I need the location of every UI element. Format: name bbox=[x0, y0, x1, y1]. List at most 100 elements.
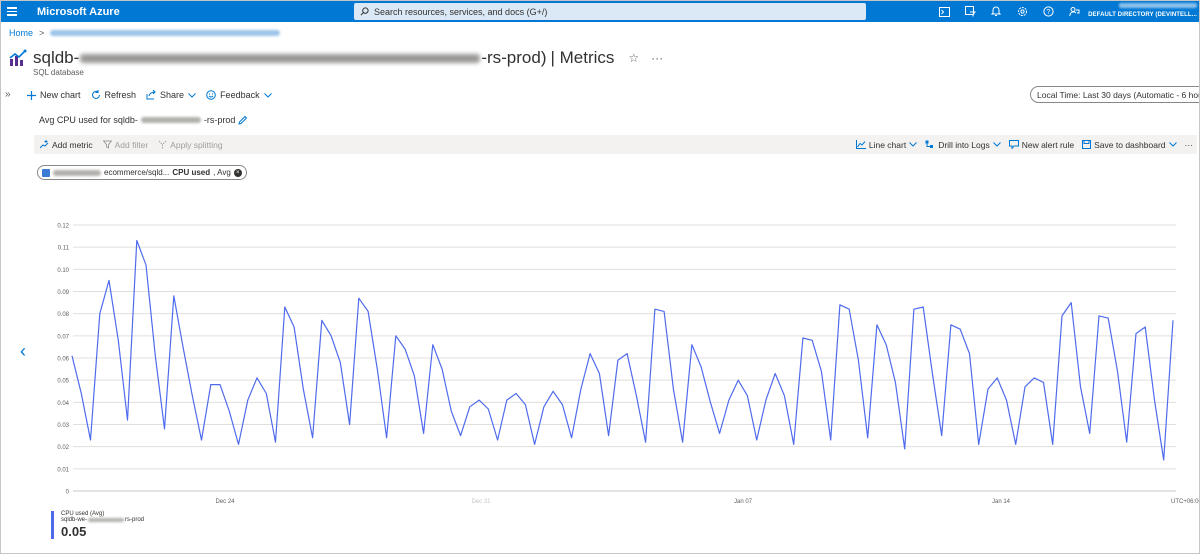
drill-into-logs-label: Drill into Logs bbox=[938, 139, 990, 150]
y-tick-label: 0.04 bbox=[57, 401, 69, 407]
chart-legend[interactable]: CPU used (Avg) sqldb-we- rs-prod 0.05 bbox=[51, 511, 144, 539]
sql-database-icon bbox=[42, 168, 50, 177]
feedback-icon[interactable] bbox=[1061, 1, 1087, 22]
cpu-line-chart[interactable]: 0 0.01 0.02 0.03 0.04 0.05 0.06 0.07 0.08 0.09 0.1… bbox=[1, 196, 1200, 511]
pill-aggregation: , Avg bbox=[213, 168, 231, 177]
y-tick-label: 0.09 bbox=[57, 290, 69, 296]
directory-filter-icon[interactable] bbox=[957, 1, 983, 22]
favorite-star-icon[interactable]: ☆ bbox=[628, 51, 639, 65]
logs-icon bbox=[925, 140, 934, 148]
pill-metric: CPU used bbox=[172, 168, 211, 177]
time-range-picker[interactable]: Local Time: Last 30 days (Automatic - 6 … bbox=[1030, 86, 1199, 103]
breadcrumb-chevron-icon: > bbox=[39, 28, 45, 38]
share-button[interactable]: Share bbox=[146, 90, 196, 100]
previous-period-chevron-icon[interactable]: ‹ bbox=[20, 341, 26, 362]
line-chart-label: Line chart bbox=[868, 139, 907, 150]
chart-title: Avg CPU used for sqldb- -rs-prod bbox=[39, 115, 248, 125]
x-tick-label: Dec 24 bbox=[215, 499, 235, 505]
notifications-icon[interactable] bbox=[983, 1, 1009, 22]
command-bar: New chart Refresh Share Feedback bbox=[27, 87, 272, 103]
feedback-button[interactable]: Feedback bbox=[206, 90, 272, 100]
more-chart-options-icon[interactable]: ··· bbox=[1185, 140, 1194, 150]
save-to-dashboard-label: Save to dashboard bbox=[1094, 139, 1166, 150]
remove-metric-close-icon[interactable]: × bbox=[233, 168, 242, 177]
save-to-dashboard-dropdown[interactable]: Save to dashboard bbox=[1082, 139, 1177, 150]
chevron-down-icon bbox=[1168, 142, 1177, 147]
help-icon[interactable]: ? bbox=[1035, 1, 1061, 22]
refresh-button[interactable]: Refresh bbox=[91, 90, 136, 100]
breadcrumb-home[interactable]: Home bbox=[9, 28, 33, 38]
y-tick-label: 0.07 bbox=[57, 334, 69, 340]
new-chart-button[interactable]: New chart bbox=[27, 90, 81, 100]
y-tick-label: 0 bbox=[66, 490, 70, 496]
breadcrumb-resource-redacted[interactable] bbox=[50, 30, 281, 36]
hamburger-menu-icon[interactable] bbox=[1, 1, 23, 22]
global-search-input[interactable]: Search resources, services, and docs (G+… bbox=[354, 3, 866, 20]
timezone-label: UTC+06:00 bbox=[1171, 499, 1200, 505]
azure-portal-window: Microsoft Azure Search resources, servic… bbox=[0, 0, 1200, 554]
drill-into-logs-dropdown[interactable]: Drill into Logs bbox=[925, 140, 1001, 150]
brand-title[interactable]: Microsoft Azure bbox=[37, 6, 355, 18]
page-title: sqldb- -rs-prod) | Metrics bbox=[33, 48, 614, 68]
x-tick-label: Jan 07 bbox=[734, 499, 753, 505]
svg-text:?: ? bbox=[1046, 9, 1050, 16]
expand-menu-icon[interactable]: » bbox=[5, 89, 11, 100]
share-icon bbox=[146, 90, 156, 100]
y-tick-label: 0.03 bbox=[57, 423, 69, 429]
chart-title-suffix: -rs-prod bbox=[203, 115, 236, 125]
save-icon bbox=[1082, 140, 1092, 149]
y-tick-label: 0.12 bbox=[57, 224, 69, 230]
page-subtitle: SQL database bbox=[33, 68, 84, 77]
chevron-down-icon bbox=[992, 142, 1001, 147]
line-chart-dropdown[interactable]: Line chart bbox=[855, 139, 918, 150]
top-bar: Microsoft Azure Search resources, servic… bbox=[1, 1, 1199, 22]
apply-splitting-button[interactable]: Apply splitting bbox=[158, 139, 223, 150]
feedback-label: Feedback bbox=[220, 90, 260, 100]
chart-title-prefix: Avg CPU used for sqldb- bbox=[39, 115, 138, 125]
search-placeholder: Search resources, services, and docs (G+… bbox=[374, 6, 548, 17]
account-email-redacted bbox=[1119, 3, 1197, 8]
y-tick-label: 0.10 bbox=[57, 268, 69, 274]
chart-toolbar-right: Line chart Drill into Logs New alert rul… bbox=[855, 135, 1197, 154]
share-label: Share bbox=[160, 90, 185, 100]
add-metric-label: Add metric bbox=[52, 139, 93, 150]
new-alert-rule-button[interactable]: New alert rule bbox=[1008, 140, 1074, 150]
legend-value: 0.05 bbox=[61, 524, 87, 539]
add-filter-label: Add filter bbox=[114, 139, 149, 150]
legend-resource-prefix: sqldb-we- bbox=[61, 517, 88, 523]
y-tick-label: 0.11 bbox=[58, 246, 70, 252]
x-tick-label: Dec 31 bbox=[471, 499, 491, 505]
pill-scope: ecommerce/sqld... bbox=[104, 168, 170, 177]
more-options-icon[interactable]: ··· bbox=[651, 51, 663, 65]
add-filter-button[interactable]: Add filter bbox=[102, 139, 149, 150]
chevron-down-icon bbox=[263, 92, 272, 98]
top-icons: ? bbox=[931, 1, 1087, 22]
chart-toolbar: Add metric Add filter Apply splitting Li… bbox=[34, 135, 1197, 154]
search-icon bbox=[360, 7, 369, 16]
add-metric-button[interactable]: Add metric bbox=[40, 140, 93, 150]
title-middle: -rs-prod) bbox=[481, 48, 547, 67]
plus-icon bbox=[27, 90, 36, 100]
account-info[interactable]: DEFAULT DIRECTORY (DEVINTELL... bbox=[1088, 3, 1197, 19]
refresh-icon bbox=[91, 90, 100, 99]
alert-rule-icon bbox=[1008, 140, 1019, 149]
series-line-cpu-used bbox=[71, 239, 1174, 461]
x-tick-label: Jan 14 bbox=[992, 499, 1011, 505]
smiley-icon bbox=[206, 90, 216, 100]
y-tick-label: 0.02 bbox=[57, 445, 69, 451]
account-directory: DEFAULT DIRECTORY (DEVINTELL... bbox=[1088, 12, 1197, 18]
y-tick-label: 0.06 bbox=[57, 357, 69, 363]
cloud-shell-icon[interactable] bbox=[931, 1, 957, 22]
apply-splitting-label: Apply splitting bbox=[170, 139, 223, 150]
y-tick-label: 0.01 bbox=[57, 467, 69, 473]
metric-pill[interactable]: ecommerce/sqld... CPU used , Avg × bbox=[37, 165, 247, 180]
settings-icon[interactable] bbox=[1009, 1, 1035, 22]
edit-pencil-icon[interactable] bbox=[238, 115, 248, 125]
y-tick-label: 0.08 bbox=[57, 312, 69, 318]
splitting-icon bbox=[158, 140, 167, 149]
title-suffix: | Metrics bbox=[550, 48, 615, 67]
new-chart-label: New chart bbox=[40, 90, 81, 100]
chart-toolbar-left: Add metric Add filter Apply splitting bbox=[34, 140, 223, 150]
title-prefix: sqldb- bbox=[33, 48, 80, 67]
y-tick-label: 0.05 bbox=[57, 379, 69, 385]
